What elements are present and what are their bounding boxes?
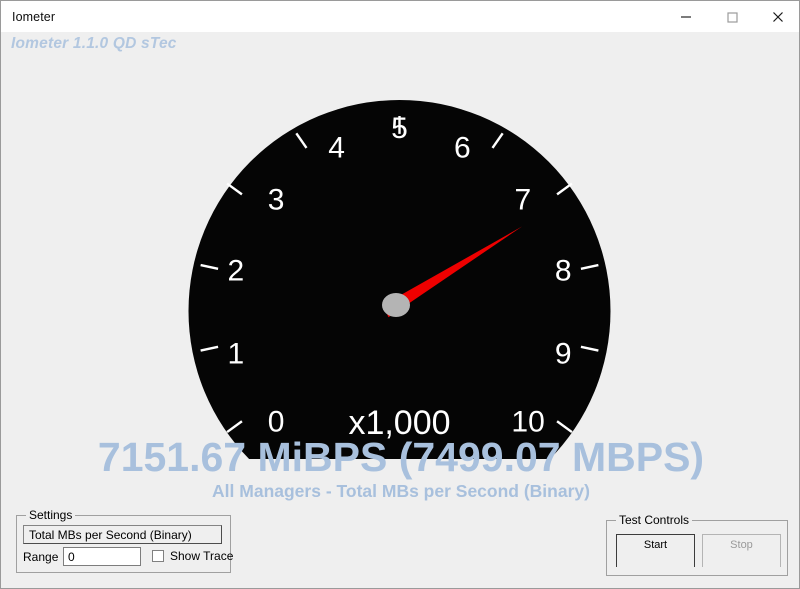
svg-text:4: 4 [328, 131, 345, 164]
close-button[interactable] [755, 1, 799, 32]
app-version-label: Iometer 1.1.0 QD sTec [11, 35, 177, 52]
close-icon [773, 11, 783, 22]
svg-text:2: 2 [227, 254, 244, 287]
test-controls-group-title: Test Controls [616, 513, 693, 527]
stop-button: Stop [702, 534, 781, 567]
svg-text:9: 9 [555, 338, 572, 371]
svg-text:1: 1 [227, 338, 244, 371]
readout-description: All Managers - Total MBs per Second (Bin… [212, 481, 590, 502]
maximize-icon [727, 11, 738, 23]
svg-text:7: 7 [515, 183, 532, 216]
range-label: Range [23, 550, 59, 564]
range-input[interactable]: 0 [63, 547, 141, 566]
settings-group: Settings Total MBs per Second (Binary) R… [16, 508, 233, 573]
metric-select[interactable]: Total MBs per Second (Binary) [23, 525, 222, 544]
readout-panel: 7151.67 MiBPS (7499.07 MBPS) All Manager… [2, 434, 799, 502]
minimize-button[interactable] [663, 1, 709, 32]
show-trace-label[interactable]: Show Trace [170, 549, 233, 563]
gauge-hub [382, 293, 410, 317]
settings-group-title: Settings [26, 508, 76, 522]
client-area: Iometer 1.1.0 QD sTec 0 1 2 3 4 5 6 7 8 … [2, 32, 799, 588]
svg-text:8: 8 [555, 254, 572, 287]
watermark-overlay: 头条@PCEVA评测室 [550, 584, 761, 588]
show-trace-checkbox[interactable] [152, 550, 164, 562]
svg-text:5: 5 [391, 112, 408, 145]
maximize-button[interactable] [709, 1, 755, 32]
start-button[interactable]: Start [616, 534, 695, 567]
readout-value: 7151.67 MiBPS (7499.07 MBPS) [97, 434, 705, 480]
throughput-gauge: 0 1 2 3 4 5 6 7 8 9 10 x1,000 [188, 68, 611, 465]
minimize-icon [681, 15, 691, 18]
svg-text:3: 3 [268, 183, 285, 216]
iometer-window: Iometer Iometer 1.1.0 QD sTec 0 1 2 3 4 … [0, 0, 800, 589]
window-title: Iometer [12, 9, 56, 24]
gauge-svg: 0 1 2 3 4 5 6 7 8 9 10 x1,000 [188, 100, 611, 459]
test-controls-group: Test Controls Start Stop [606, 513, 788, 576]
window-controls [663, 1, 799, 32]
svg-text:6: 6 [454, 131, 471, 164]
title-bar: Iometer [1, 1, 799, 32]
